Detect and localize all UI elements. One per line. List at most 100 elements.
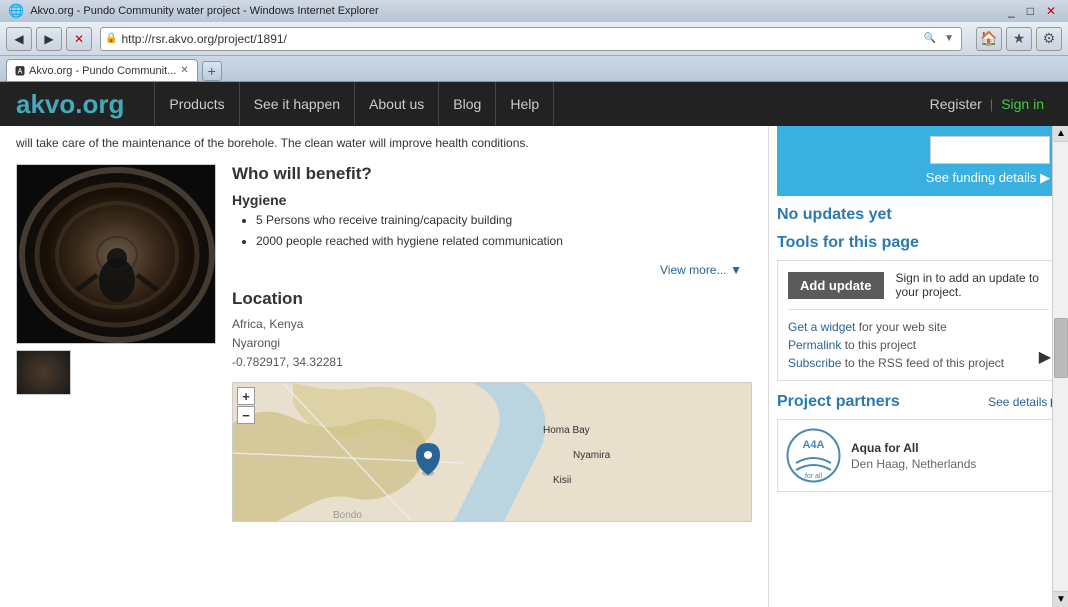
thumbnail-row <box>16 350 216 395</box>
svg-text:Kisii: Kisii <box>553 475 571 486</box>
favorites-button[interactable]: ★ <box>1006 27 1032 51</box>
scroll-down-arrow[interactable]: ▼ <box>1053 591 1068 607</box>
nav-blog[interactable]: Blog <box>439 82 496 126</box>
logo-text: akvo <box>16 89 75 119</box>
who-will-benefit-heading: Who will benefit? <box>232 164 752 184</box>
hygiene-label: Hygiene <box>232 192 752 208</box>
location-city: Nyarongi <box>232 334 752 353</box>
sign-in-text: Sign in to add an update to your project… <box>896 271 1050 299</box>
forward-button[interactable]: ▶ <box>36 27 62 51</box>
nav-right: Register | Sign in <box>922 96 1052 112</box>
browser-toolbar: ◀ ▶ ✕ 🔒 🔍 ▼ 🏠 ★ ⚙ <box>0 22 1068 56</box>
subscribe-link-item: Subscribe to the RSS feed of this projec… <box>788 356 1049 370</box>
permalink-link[interactable]: Permalink <box>788 338 841 352</box>
location-details: Africa, Kenya Nyarongi -0.782917, 34.322… <box>232 315 752 373</box>
tools-box: Add update Sign in to add an update to y… <box>777 260 1060 381</box>
funding-input[interactable] <box>930 136 1050 164</box>
signin-link[interactable]: Sign in <box>993 96 1052 112</box>
view-more-arrow: ▼ <box>730 263 742 277</box>
nav-items: Products See it happen About us Blog Hel… <box>154 82 554 126</box>
benefit-list: 5 Persons who receive training/capacity … <box>232 212 752 250</box>
close-btn[interactable]: ✕ <box>1042 4 1060 18</box>
location-heading: Location <box>232 289 752 309</box>
partner-logo: A4A for all <box>786 428 841 483</box>
permalink-link-rest: to this project <box>845 338 916 352</box>
svg-text:Homa Bay: Homa Bay <box>543 425 590 436</box>
back-button[interactable]: ◀ <box>6 27 32 51</box>
subscribe-link-rest: to the RSS feed of this project <box>845 356 1004 370</box>
partner-info: Aqua for All Den Haag, Netherlands <box>851 441 976 471</box>
two-column-layout: Who will benefit? Hygiene 5 Persons who … <box>16 164 752 522</box>
partners-header: Project partners See details ▶ <box>777 393 1060 411</box>
thumbnail-1[interactable] <box>16 350 71 395</box>
benefit-item-2: 2000 people reached with hygiene related… <box>256 233 752 250</box>
zoom-in-btn[interactable]: + <box>237 387 255 405</box>
home-button[interactable]: 🏠 <box>976 27 1002 51</box>
nav-see-it-happen[interactable]: See it happen <box>240 82 355 126</box>
benefit-item-1: 5 Persons who receive training/capacity … <box>256 212 752 229</box>
subscribe-link[interactable]: Subscribe <box>788 356 841 370</box>
minimize-btn[interactable]: _ <box>1004 4 1019 18</box>
partner-location: Den Haag, Netherlands <box>851 457 976 471</box>
browser-icon: 🌐 <box>8 3 24 19</box>
active-tab[interactable]: 🅰 Akvo.org - Pundo Communit... ✕ <box>6 59 198 81</box>
page-content: akvo.org Products See it happen About us… <box>0 82 1068 607</box>
scrollbar[interactable]: ▲ ▼ <box>1052 126 1068 607</box>
widget-link-rest: for your web site <box>859 320 947 334</box>
scroll-up-arrow[interactable]: ▲ <box>1053 126 1068 142</box>
view-more-row: View more... ▼ <box>232 262 752 277</box>
nav-about-us[interactable]: About us <box>355 82 439 126</box>
main-navigation: akvo.org Products See it happen About us… <box>0 82 1068 126</box>
address-dropdown-btn[interactable]: ▼ <box>941 32 957 45</box>
see-funding-details-link[interactable]: See funding details ▶ <box>926 170 1050 186</box>
thumb-inner-1 <box>17 351 70 394</box>
no-updates-label: No updates yet <box>777 206 1060 224</box>
widget-link[interactable]: Get a widget <box>788 320 855 334</box>
new-tab-button[interactable]: + <box>202 61 222 81</box>
right-sidebar: See funding details ▶ No updates yet Too… <box>768 126 1068 607</box>
toolbar-right: 🏠 ★ ⚙ <box>976 27 1062 51</box>
tab-close-btn[interactable]: ✕ <box>180 65 188 76</box>
browser-title-bar: 🌐 Akvo.org - Pundo Community water proje… <box>0 0 1068 22</box>
intro-text: will take care of the maintenance of the… <box>16 134 752 152</box>
settings-button[interactable]: ⚙ <box>1036 27 1062 51</box>
logo-tld: .org <box>75 89 124 119</box>
location-coords: -0.782917, 34.32281 <box>232 353 752 372</box>
image-inner <box>17 165 215 343</box>
main-section: will take care of the maintenance of the… <box>0 126 768 607</box>
zoom-out-btn[interactable]: − <box>237 406 255 424</box>
tools-heading: Tools for this page <box>777 234 1060 252</box>
tab-label: Akvo.org - Pundo Communit... <box>29 65 176 77</box>
funding-box: See funding details ▶ <box>777 126 1060 196</box>
tab-bar: 🅰 Akvo.org - Pundo Communit... ✕ + <box>0 56 1068 82</box>
nav-products[interactable]: Products <box>154 82 239 126</box>
map-container[interactable]: Homa Bay Nyamira Kisii Bondo + − <box>232 382 752 522</box>
partners-heading: Project partners <box>777 393 900 411</box>
image-column <box>16 164 216 522</box>
restore-btn[interactable]: □ <box>1023 4 1038 18</box>
widget-link-item: Get a widget for your web site <box>788 320 1049 334</box>
main-project-image[interactable] <box>16 164 216 344</box>
svg-text:Bondo: Bondo <box>333 510 362 521</box>
partner-name: Aqua for All <box>851 441 976 455</box>
map-svg: Homa Bay Nyamira Kisii Bondo <box>233 383 751 522</box>
view-more-link[interactable]: View more... <box>660 263 726 277</box>
logo[interactable]: akvo.org <box>16 89 124 120</box>
add-update-button[interactable]: Add update <box>788 272 884 299</box>
address-bar-icon: 🔒 <box>105 33 117 44</box>
location-country: Africa, Kenya <box>232 315 752 334</box>
see-details-link[interactable]: See details ▶ <box>988 395 1060 409</box>
map-controls: + − <box>237 387 255 424</box>
svg-text:A4A: A4A <box>802 439 824 451</box>
permalink-link-item: Permalink to this project <box>788 338 1049 352</box>
address-input[interactable] <box>121 32 920 46</box>
content-area: will take care of the maintenance of the… <box>0 126 1068 607</box>
scroll-thumb[interactable] <box>1054 318 1068 378</box>
register-link[interactable]: Register <box>922 96 990 112</box>
address-bar: 🔒 🔍 ▼ <box>100 27 962 51</box>
address-search-btn[interactable]: 🔍 <box>921 32 939 45</box>
nav-help[interactable]: Help <box>496 82 554 126</box>
tools-links: Get a widget for your web site Permalink… <box>788 320 1049 370</box>
tab-favicon: 🅰 <box>15 63 25 78</box>
stop-button[interactable]: ✕ <box>66 27 92 51</box>
